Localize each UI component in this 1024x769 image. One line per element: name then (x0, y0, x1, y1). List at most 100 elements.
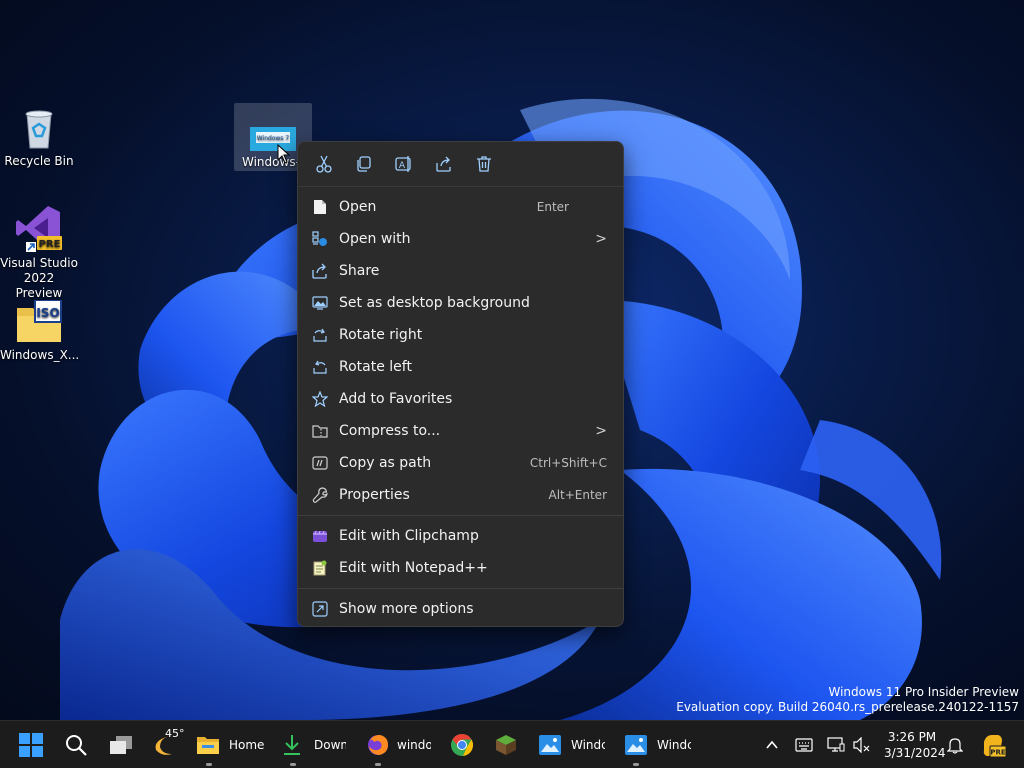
touch-keyboard-button[interactable] (795, 721, 813, 769)
running-indicator (375, 763, 381, 766)
menu-item-copy-as-path[interactable]: Copy as path Ctrl+Shift+C (298, 447, 623, 479)
menu-item-compress-to[interactable]: Compress to... > (298, 415, 623, 447)
menu-item-label: Open (339, 199, 377, 215)
keyboard-icon (795, 738, 813, 752)
menu-item-label: Set as desktop background (339, 295, 530, 311)
shortcut-text: Enter (536, 200, 569, 214)
watermark-line-2: Evaluation copy. Build 26040.rs_prerelea… (676, 700, 1019, 714)
chrome-icon (451, 734, 474, 756)
copy-icon (357, 156, 371, 172)
copy-path-icon (312, 456, 328, 470)
search-button[interactable] (64, 721, 88, 769)
start-button[interactable] (18, 721, 44, 769)
copilot-button[interactable]: PRE (980, 721, 1006, 769)
open-with-icon (312, 231, 327, 246)
visual-studio-icon: PRE (16, 206, 62, 252)
more-options-icon (312, 601, 328, 617)
menu-item-label: Add to Favorites (339, 391, 453, 407)
windows-logo-icon (19, 733, 43, 757)
cut-icon (316, 155, 332, 173)
visual-studio-shortcut[interactable]: PRE Visual Studio 2022 Preview (0, 204, 78, 301)
desktop[interactable]: Recycle Bin PRE Visual Studio 2022 Previ… (0, 0, 1024, 720)
menu-item-open-with[interactable]: Open with > (298, 223, 623, 255)
menu-item-label: Copy as path (339, 455, 432, 471)
rotate-left-icon (313, 360, 327, 374)
share-icon (436, 156, 451, 172)
clock[interactable]: 3:26 PM 3/31/2024 (884, 729, 946, 761)
menu-item-edit-with-clipchamp[interactable]: Edit with Clipchamp (298, 520, 623, 552)
menu-item-properties[interactable]: Properties Alt+Enter (298, 479, 623, 511)
bell-icon (947, 738, 963, 754)
recycle-bin-label: Recycle Bin (4, 154, 74, 168)
menu-item-show-more-options[interactable]: Show more options (298, 593, 623, 625)
delete-icon (477, 156, 491, 172)
visual-studio-label: Visual Studio 2022 Preview (0, 256, 78, 300)
search-icon (66, 735, 87, 756)
speaker-muted-icon (853, 737, 870, 753)
file-explorer-icon (197, 737, 219, 754)
notifications-button[interactable] (947, 721, 963, 769)
share-button[interactable] (430, 150, 458, 178)
menu-item-label: Compress to... (339, 423, 441, 439)
chevron-right-icon: > (595, 231, 607, 247)
menu-separator (298, 588, 623, 589)
star-icon (312, 391, 328, 407)
task-view-icon (110, 736, 132, 754)
cut-button[interactable] (310, 150, 338, 178)
taskbar-app-firefox[interactable]: windo (366, 721, 436, 769)
rename-icon: A (395, 156, 411, 172)
recycle-bin-shortcut[interactable]: Recycle Bin (0, 106, 78, 169)
rotate-right-icon (313, 328, 327, 342)
context-menu: A Open Enter Open with > Share Set as de… (297, 141, 624, 627)
evaluation-watermark: Windows 11 Pro Insider Preview Evaluatio… (676, 685, 1019, 715)
taskbar-app-photos-1[interactable]: Windc (538, 721, 610, 769)
clock-date: 3/31/2024 (884, 746, 946, 760)
svg-text:A: A (399, 161, 406, 171)
weather-widget[interactable]: 45° (152, 721, 185, 769)
menu-item-label: Share (339, 263, 380, 279)
taskbar-app-minecraft[interactable] (494, 721, 518, 769)
taskbar-app-label: windo (397, 738, 431, 752)
menu-item-label: Show more options (339, 601, 474, 617)
volume-button[interactable] (853, 721, 871, 769)
copilot-pre-badge: PRE (990, 749, 1006, 757)
mouse-cursor-icon (277, 144, 291, 164)
iso-badge: ISO (36, 306, 59, 320)
show-hidden-icons-button[interactable] (764, 721, 780, 769)
shortcut-text: Alt+Enter (548, 488, 607, 502)
menu-item-open[interactable]: Open Enter (298, 191, 623, 223)
menu-item-set-desktop-background[interactable]: Set as desktop background (298, 287, 623, 319)
menu-item-rotate-right[interactable]: Rotate right (298, 319, 623, 351)
windows-iso-label: Windows_X... (0, 348, 80, 362)
menu-item-share[interactable]: Share (298, 255, 623, 287)
menu-item-label: Open with (339, 231, 411, 247)
taskbar-app-file-explorer[interactable]: Home (196, 721, 266, 769)
photos-icon (625, 735, 647, 755)
taskbar-app-downloads[interactable]: Downl (282, 721, 348, 769)
taskbar: 45° Home Downl windo Windc Windc (0, 720, 1024, 768)
document-icon (314, 200, 326, 214)
network-button[interactable] (827, 721, 845, 769)
iso-file-icon: ISO (17, 300, 62, 342)
shortcut-text: Ctrl+Shift+C (529, 456, 607, 470)
menu-separator (298, 515, 623, 516)
menu-item-add-to-favorites[interactable]: Add to Favorites (298, 383, 623, 415)
taskbar-app-chrome[interactable] (450, 721, 474, 769)
running-indicator (290, 763, 296, 766)
menu-item-edit-with-notepad-plus[interactable]: Edit with Notepad++ (298, 552, 623, 584)
windows-iso-shortcut[interactable]: ISO Windows_X... (0, 300, 80, 363)
share-icon (312, 263, 327, 279)
task-view-button[interactable] (108, 721, 134, 769)
delete-button[interactable] (470, 150, 498, 178)
menu-item-rotate-left[interactable]: Rotate left (298, 351, 623, 383)
taskbar-app-photos-2[interactable]: Windc (624, 721, 696, 769)
copy-button[interactable] (350, 150, 378, 178)
chevron-right-icon: > (595, 423, 607, 439)
windows7-image-label: Windows-7 (242, 155, 304, 169)
watermark-line-1: Windows 11 Pro Insider Preview (828, 685, 1019, 699)
running-indicator (206, 763, 212, 766)
notepad-plus-icon (313, 560, 327, 576)
menu-item-label: Edit with Notepad++ (339, 560, 488, 576)
rename-button[interactable]: A (390, 150, 418, 178)
pre-badge: PRE (39, 239, 61, 250)
